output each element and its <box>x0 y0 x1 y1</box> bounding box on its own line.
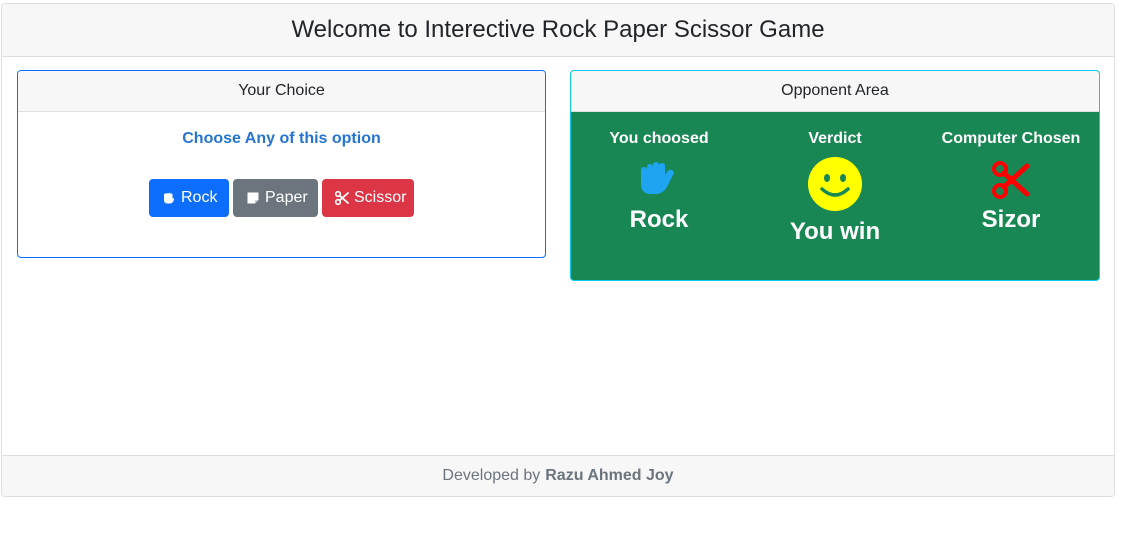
verdict-title: Verdict <box>808 130 862 147</box>
sticky-note-icon <box>245 190 261 206</box>
paper-button[interactable]: Paper <box>233 179 318 217</box>
scissors-icon <box>334 190 350 206</box>
scissor-button-label: Scissor <box>354 189 407 206</box>
footer: Developed by Razu Ahmed Joy <box>2 455 1114 496</box>
opponent-area-body: You choosed Rock Verdict You win Compute… <box>571 112 1099 246</box>
hand-rock-icon <box>161 190 177 206</box>
choice-buttons: Rock Paper Scissor <box>18 179 545 217</box>
opponent-area-card: Opponent Area You choosed Rock Verdict Y… <box>570 70 1100 281</box>
choose-prompt: Choose Any of this option <box>182 130 381 147</box>
smiley-face-icon <box>807 156 863 218</box>
computer-chosen-title: Computer Chosen <box>941 130 1081 147</box>
opponent-area-title: Opponent Area <box>571 71 1099 112</box>
your-choice-card: Your Choice Choose Any of this option Ro… <box>17 70 546 258</box>
scissor-button[interactable]: Scissor <box>322 179 414 217</box>
scissors-icon <box>991 160 1031 206</box>
you-choosed-column: You choosed Rock <box>571 112 747 246</box>
computer-chosen-value: Sizor <box>981 206 1041 233</box>
you-choosed-value: Rock <box>629 206 689 233</box>
hand-icon <box>637 160 681 206</box>
verdict-value: You win <box>789 218 881 245</box>
rock-button[interactable]: Rock <box>149 179 229 217</box>
footer-author: Razu Ahmed Joy <box>545 467 674 484</box>
footer-prefix: Developed by <box>442 467 541 484</box>
paper-button-label: Paper <box>265 189 308 206</box>
you-choosed-title: You choosed <box>609 130 709 147</box>
your-choice-title: Your Choice <box>18 71 545 112</box>
verdict-column: Verdict You win <box>747 112 923 246</box>
computer-chosen-column: Computer Chosen Sizor <box>923 112 1099 246</box>
rock-button-label: Rock <box>181 189 218 206</box>
page-title: Welcome to Interective Rock Paper Scisso… <box>2 4 1114 57</box>
